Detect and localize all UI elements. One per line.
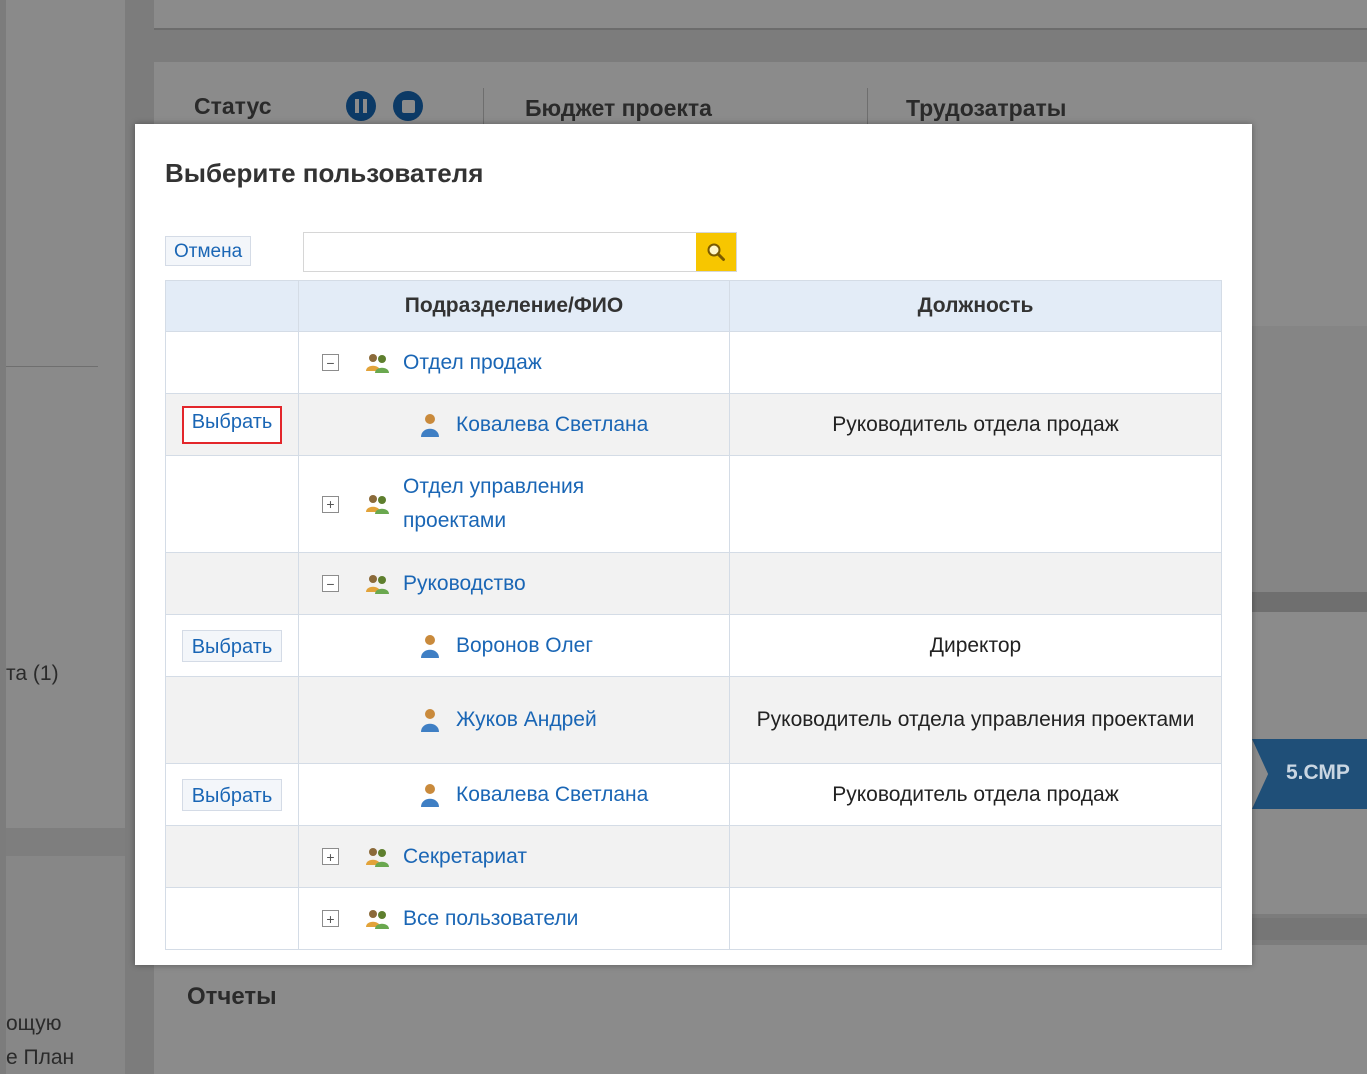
position-cell: Руководитель отдела продаж (729, 393, 1222, 456)
sidebar-text-1: ощую (6, 1012, 62, 1035)
user-icon (421, 413, 439, 437)
cancel-button[interactable]: Отмена (165, 236, 252, 266)
expand-icon[interactable]: + (322, 848, 339, 865)
name-cell: Ковалева Светлана (298, 763, 730, 826)
department-link[interactable]: Секретариат (403, 840, 527, 874)
search-box (303, 232, 737, 272)
sidebar-text-2: е План (6, 1046, 75, 1069)
position-cell (729, 552, 1222, 615)
table-row-person: Выбрать Ковалева Светлана Руководитель о… (165, 763, 1222, 826)
table-row-person: Выбрать Ковалева Светлана Руководитель о… (165, 393, 1222, 456)
top-card (154, 0, 1367, 30)
collapse-icon[interactable]: − (322, 575, 339, 592)
select-user-button[interactable]: Выбрать (181, 629, 283, 662)
name-cell: − Отдел продаж (298, 331, 730, 394)
position-cell (729, 887, 1222, 950)
users-table: Подразделение/ФИО Должность − Отдел прод… (165, 280, 1222, 950)
reports-heading: Отчеты (187, 983, 277, 1010)
user-link[interactable]: Воронов Олег (456, 629, 593, 663)
table-header-row: Подразделение/ФИО Должность (165, 280, 1222, 332)
group-icon (366, 353, 389, 373)
stage-chip[interactable]: 5.СМР (1252, 739, 1367, 809)
stage-chip-label: 5.СМР (1286, 761, 1350, 784)
position-cell: Директор (729, 614, 1222, 677)
left-sidebar (6, 0, 125, 1074)
name-cell: Жуков Андрей (298, 676, 730, 764)
user-link[interactable]: Ковалева Светлана (456, 778, 648, 812)
department-link[interactable]: Отдел управления проектами (403, 470, 643, 538)
table-row-department: − Отдел продаж (165, 331, 1222, 394)
department-link[interactable]: Отдел продаж (403, 346, 542, 380)
table-row-department: − Руководство (165, 552, 1222, 615)
select-user-dialog: Выберите пользователя Отмена Подразделен… (135, 124, 1252, 965)
select-cell: Выбрать (165, 763, 299, 826)
budget-label: Бюджет проекта (525, 95, 712, 121)
table-row-department: + Отдел управления проектами (165, 455, 1222, 553)
select-cell (165, 887, 299, 950)
labor-label: Трудозатраты (906, 95, 1067, 121)
department-link[interactable]: Руководство (403, 567, 526, 601)
expand-icon[interactable]: + (322, 495, 339, 513)
sidebar-text-count: та (1) (6, 662, 59, 685)
user-icon (421, 709, 439, 732)
user-link[interactable]: Жуков Андрей (456, 703, 597, 737)
select-cell (165, 331, 299, 394)
position-cell (729, 455, 1222, 553)
table-row-person: Выбрать Воронов Олег Директор (165, 614, 1222, 677)
status-label: Статус (194, 93, 272, 119)
collapse-icon[interactable]: − (322, 354, 339, 371)
header-separator (483, 88, 484, 124)
sidebar-divider (6, 366, 98, 367)
select-user-button[interactable]: Выбрать (181, 405, 283, 444)
position-cell (729, 825, 1222, 888)
name-cell: + Все пользователи (298, 887, 730, 950)
expand-icon[interactable]: + (322, 910, 339, 927)
right-panel (1252, 326, 1367, 592)
select-cell (165, 552, 299, 615)
position-cell (729, 331, 1222, 394)
select-user-button[interactable]: Выбрать (181, 778, 283, 811)
search-input[interactable] (304, 233, 697, 271)
user-icon (421, 783, 439, 807)
name-cell: + Отдел управления проектами (298, 455, 730, 553)
name-cell: Воронов Олег (298, 614, 730, 677)
select-cell (165, 825, 299, 888)
user-link[interactable]: Ковалева Светлана (456, 408, 648, 442)
name-cell: Ковалева Светлана (298, 393, 730, 456)
select-cell (165, 455, 299, 553)
name-cell: + Секретариат (298, 825, 730, 888)
user-icon (421, 634, 439, 658)
sidebar-card-inner (6, 856, 125, 1074)
right-panel-divider (1252, 592, 1367, 612)
group-icon (366, 495, 389, 514)
select-cell: Выбрать (165, 614, 299, 677)
group-icon (366, 909, 389, 929)
select-cell (165, 676, 299, 764)
group-icon (366, 847, 389, 867)
right-panel-divider-2 (1252, 918, 1367, 940)
table-row-department: + Все пользователи (165, 887, 1222, 950)
select-cell: Выбрать (165, 393, 299, 456)
name-cell: − Руководство (298, 552, 730, 615)
search-button[interactable] (696, 233, 736, 271)
table-row-person: Жуков Андрей Руководитель отдела управле… (165, 676, 1222, 764)
column-header-name[interactable]: Подразделение/ФИО (298, 280, 730, 332)
pause-icon[interactable] (346, 91, 376, 121)
department-link[interactable]: Все пользователи (403, 902, 578, 936)
column-header-select (165, 280, 299, 332)
stop-icon[interactable] (393, 91, 423, 121)
dialog-title: Выберите пользователя (165, 158, 484, 188)
search-icon (707, 243, 725, 261)
table-row-department: + Секретариат (165, 825, 1222, 888)
position-cell: Руководитель отдела продаж (729, 763, 1222, 826)
group-icon (366, 574, 389, 594)
header-separator (867, 88, 868, 124)
column-header-position[interactable]: Должность (729, 280, 1222, 332)
position-cell: Руководитель отдела управления проектами (729, 676, 1222, 764)
